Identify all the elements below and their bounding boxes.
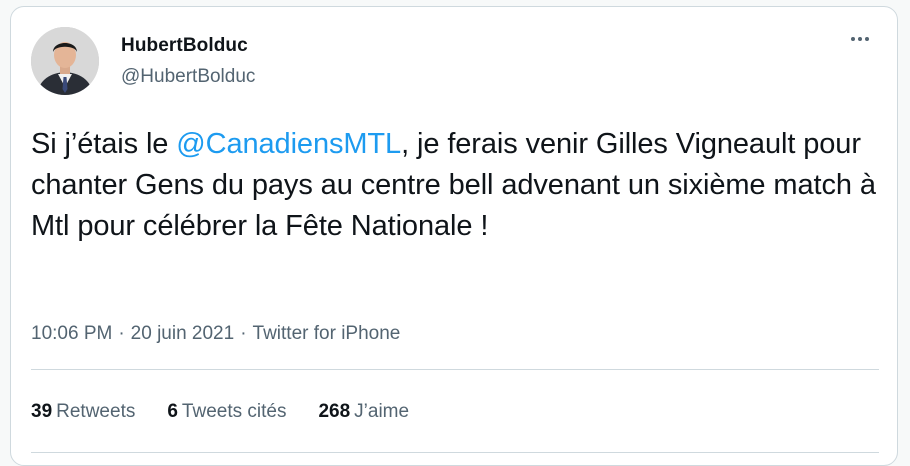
likes-stat[interactable]: 268 J’aime — [318, 401, 409, 423]
tweet-source[interactable]: Twitter for iPhone — [253, 323, 401, 344]
tweet-text-before: Si j’étais le — [31, 128, 177, 160]
divider — [31, 369, 879, 370]
avatar-photo — [31, 27, 99, 95]
meta-separator: · — [240, 323, 247, 344]
mention-link[interactable]: @CanadiensMTL — [176, 128, 401, 160]
more-options-button[interactable] — [845, 29, 875, 49]
retweets-count: 39 — [31, 401, 53, 422]
more-horizontal-icon — [851, 37, 855, 41]
tweet-text: Si j’étais le @CanadiensMTL, je ferais v… — [31, 124, 881, 247]
more-horizontal-icon-dot — [858, 37, 862, 41]
quote-tweets-stat[interactable]: 6 Tweets cités — [167, 401, 286, 423]
retweets-label: Retweets — [56, 401, 136, 422]
avatar[interactable] — [31, 27, 99, 95]
engagement-stats: 39 Retweets 6 Tweets cités 268 J’aime — [31, 401, 409, 423]
retweets-stat[interactable]: 39 Retweets — [31, 401, 135, 423]
tweet-time[interactable]: 10:06 PM — [31, 323, 112, 344]
likes-count: 268 — [318, 401, 351, 422]
tweet-card: HubertBolduc @HubertBolduc Si j’étais le… — [10, 6, 898, 466]
quotes-count: 6 — [167, 401, 178, 422]
meta-separator: · — [118, 323, 125, 344]
tweet-metadata: 10:06 PM · 20 juin 2021 · Twitter for iPhone — [31, 323, 400, 345]
tweet-date[interactable]: 20 juin 2021 — [131, 323, 235, 344]
more-horizontal-icon-dot — [865, 37, 869, 41]
author-name[interactable]: HubertBolduc — [121, 35, 248, 57]
divider — [31, 452, 879, 453]
author-handle[interactable]: @HubertBolduc — [121, 66, 255, 88]
likes-label: J’aime — [354, 401, 410, 422]
quotes-label: Tweets cités — [181, 401, 287, 422]
